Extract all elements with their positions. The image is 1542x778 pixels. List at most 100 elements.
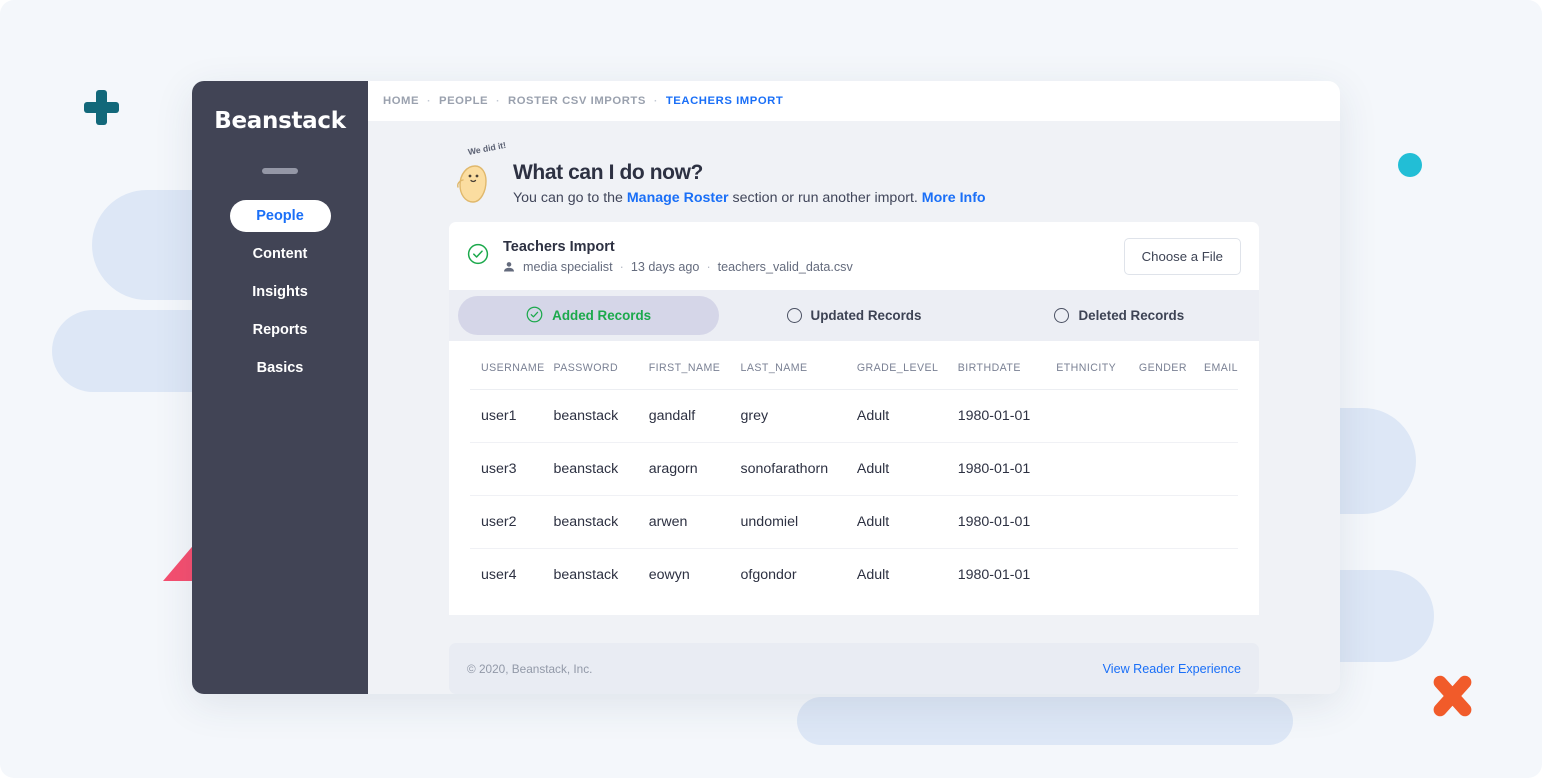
table-header: USERNAME PASSWORD FIRST_NAME LAST_NAME G…: [470, 341, 1238, 390]
import-subtitle: media specialist · 13 days ago · teacher…: [503, 260, 1110, 274]
column-header-ethnicity: ETHNICITY: [1056, 341, 1139, 390]
cell-first-name: arwen: [649, 496, 741, 549]
cell-username: user2: [470, 496, 553, 549]
breadcrumb: HOME · PEOPLE · ROSTER CSV IMPORTS · TEA…: [368, 81, 1340, 121]
sidebar-item-reports[interactable]: Reports: [230, 314, 331, 346]
hero-section: We did it! What can I do now? You can go…: [449, 151, 1259, 206]
page-title: What can I do now?: [513, 161, 986, 185]
cell-birthdate: 1980-01-01: [958, 443, 1056, 496]
tab-label: Added Records: [552, 308, 651, 323]
sidebar: Beanstack People Content Insights Report…: [192, 81, 368, 694]
decorative-pill-shape: [797, 697, 1293, 745]
cell-password: beanstack: [553, 443, 648, 496]
breadcrumb-item-people[interactable]: PEOPLE: [439, 95, 488, 107]
cell-first-name: eowyn: [649, 549, 741, 602]
records-table: USERNAME PASSWORD FIRST_NAME LAST_NAME G…: [470, 341, 1238, 601]
import-timestamp: 13 days ago: [631, 260, 700, 274]
sidebar-item-people[interactable]: People: [230, 200, 331, 232]
cell-grade-level: Adult: [857, 390, 958, 443]
cell-ethnicity: [1056, 390, 1139, 443]
cell-last-name: sonofarathorn: [741, 443, 857, 496]
import-separator: ·: [620, 260, 624, 274]
manage-roster-link[interactable]: Manage Roster: [627, 190, 729, 206]
cell-birthdate: 1980-01-01: [958, 496, 1056, 549]
table-body: user1 beanstack gandalf grey Adult 1980-…: [470, 390, 1238, 602]
mascot-caption: We did it!: [467, 140, 507, 157]
choose-file-button[interactable]: Choose a File: [1124, 238, 1241, 275]
cell-email: [1204, 443, 1238, 496]
import-user: media specialist: [523, 260, 613, 274]
radio-empty-icon: [787, 308, 802, 323]
tab-label: Updated Records: [811, 308, 922, 323]
cell-last-name: undomiel: [741, 496, 857, 549]
cell-username: user1: [470, 390, 553, 443]
main-content: HOME · PEOPLE · ROSTER CSV IMPORTS · TEA…: [368, 81, 1340, 694]
table-row: user3 beanstack aragorn sonofarathorn Ad…: [470, 443, 1238, 496]
hero-text-before: You can go to the: [513, 190, 627, 206]
cell-gender: [1139, 443, 1204, 496]
cell-username: user4: [470, 549, 553, 602]
column-header-password: PASSWORD: [553, 341, 648, 390]
cell-password: beanstack: [553, 390, 648, 443]
import-meta: Teachers Import media specialist · 13 da…: [503, 239, 1110, 274]
tab-deleted-records[interactable]: Deleted Records: [989, 296, 1250, 335]
import-filename: teachers_valid_data.csv: [718, 260, 853, 274]
tab-updated-records[interactable]: Updated Records: [723, 296, 984, 335]
cell-grade-level: Adult: [857, 549, 958, 602]
import-separator: ·: [706, 260, 710, 274]
breadcrumb-item-roster-csv-imports[interactable]: ROSTER CSV IMPORTS: [508, 95, 646, 107]
records-table-wrapper: USERNAME PASSWORD FIRST_NAME LAST_NAME G…: [449, 341, 1259, 615]
app-page: Beanstack People Content Insights Report…: [0, 0, 1542, 778]
person-icon: [503, 261, 515, 273]
table-row: user2 beanstack arwen undomiel Adult 198…: [470, 496, 1238, 549]
tab-label: Deleted Records: [1078, 308, 1184, 323]
tab-added-records[interactable]: Added Records: [458, 296, 719, 335]
cell-grade-level: Adult: [857, 496, 958, 549]
breadcrumb-separator: ·: [654, 96, 658, 107]
import-summary-card: Teachers Import media specialist · 13 da…: [449, 222, 1259, 290]
view-reader-experience-link[interactable]: View Reader Experience: [1103, 662, 1241, 676]
record-type-tabs: Added Records Updated Records Deleted Re…: [449, 290, 1259, 341]
column-header-first-name: FIRST_NAME: [649, 341, 741, 390]
column-header-email: EMAIL: [1204, 341, 1238, 390]
breadcrumb-separator: ·: [496, 96, 500, 107]
cell-gender: [1139, 390, 1204, 443]
page-footer: © 2020, Beanstack, Inc. View Reader Expe…: [449, 643, 1259, 694]
sidebar-divider: [262, 168, 298, 174]
breadcrumb-separator: ·: [427, 96, 431, 107]
cell-email: [1204, 496, 1238, 549]
breadcrumb-item-home[interactable]: HOME: [383, 95, 419, 107]
cell-username: user3: [470, 443, 553, 496]
cell-last-name: ofgondor: [741, 549, 857, 602]
sidebar-item-basics[interactable]: Basics: [230, 352, 331, 384]
cell-first-name: gandalf: [649, 390, 741, 443]
more-info-link[interactable]: More Info: [922, 190, 986, 206]
cell-last-name: grey: [741, 390, 857, 443]
column-header-username: USERNAME: [470, 341, 553, 390]
cell-birthdate: 1980-01-01: [958, 390, 1056, 443]
sidebar-item-content[interactable]: Content: [230, 238, 331, 270]
cell-birthdate: 1980-01-01: [958, 549, 1056, 602]
cross-icon: [1428, 672, 1476, 720]
breadcrumb-item-teachers-import[interactable]: TEACHERS IMPORT: [666, 95, 783, 107]
column-header-birthdate: BIRTHDATE: [958, 341, 1056, 390]
content-scroll-area: We did it! What can I do now? You can go…: [368, 121, 1340, 615]
circle-icon: [1398, 153, 1422, 177]
cell-password: beanstack: [553, 496, 648, 549]
cell-gender: [1139, 549, 1204, 602]
import-title: Teachers Import: [503, 239, 1110, 255]
hero-text: What can I do now? You can go to the Man…: [513, 151, 986, 206]
cell-ethnicity: [1056, 549, 1139, 602]
check-circle-icon: [526, 306, 543, 326]
plus-icon: [84, 90, 119, 125]
hero-description: You can go to the Manage Roster section …: [513, 190, 986, 206]
column-header-gender: GENDER: [1139, 341, 1204, 390]
table-header-row: USERNAME PASSWORD FIRST_NAME LAST_NAME G…: [470, 341, 1238, 390]
column-header-last-name: LAST_NAME: [741, 341, 857, 390]
bean-mascot-icon: We did it!: [449, 151, 501, 203]
hero-text-middle: section or run another import.: [729, 190, 922, 206]
table-row: user1 beanstack gandalf grey Adult 1980-…: [470, 390, 1238, 443]
copyright-text: © 2020, Beanstack, Inc.: [467, 662, 592, 676]
sidebar-item-insights[interactable]: Insights: [230, 276, 331, 308]
cell-ethnicity: [1056, 496, 1139, 549]
